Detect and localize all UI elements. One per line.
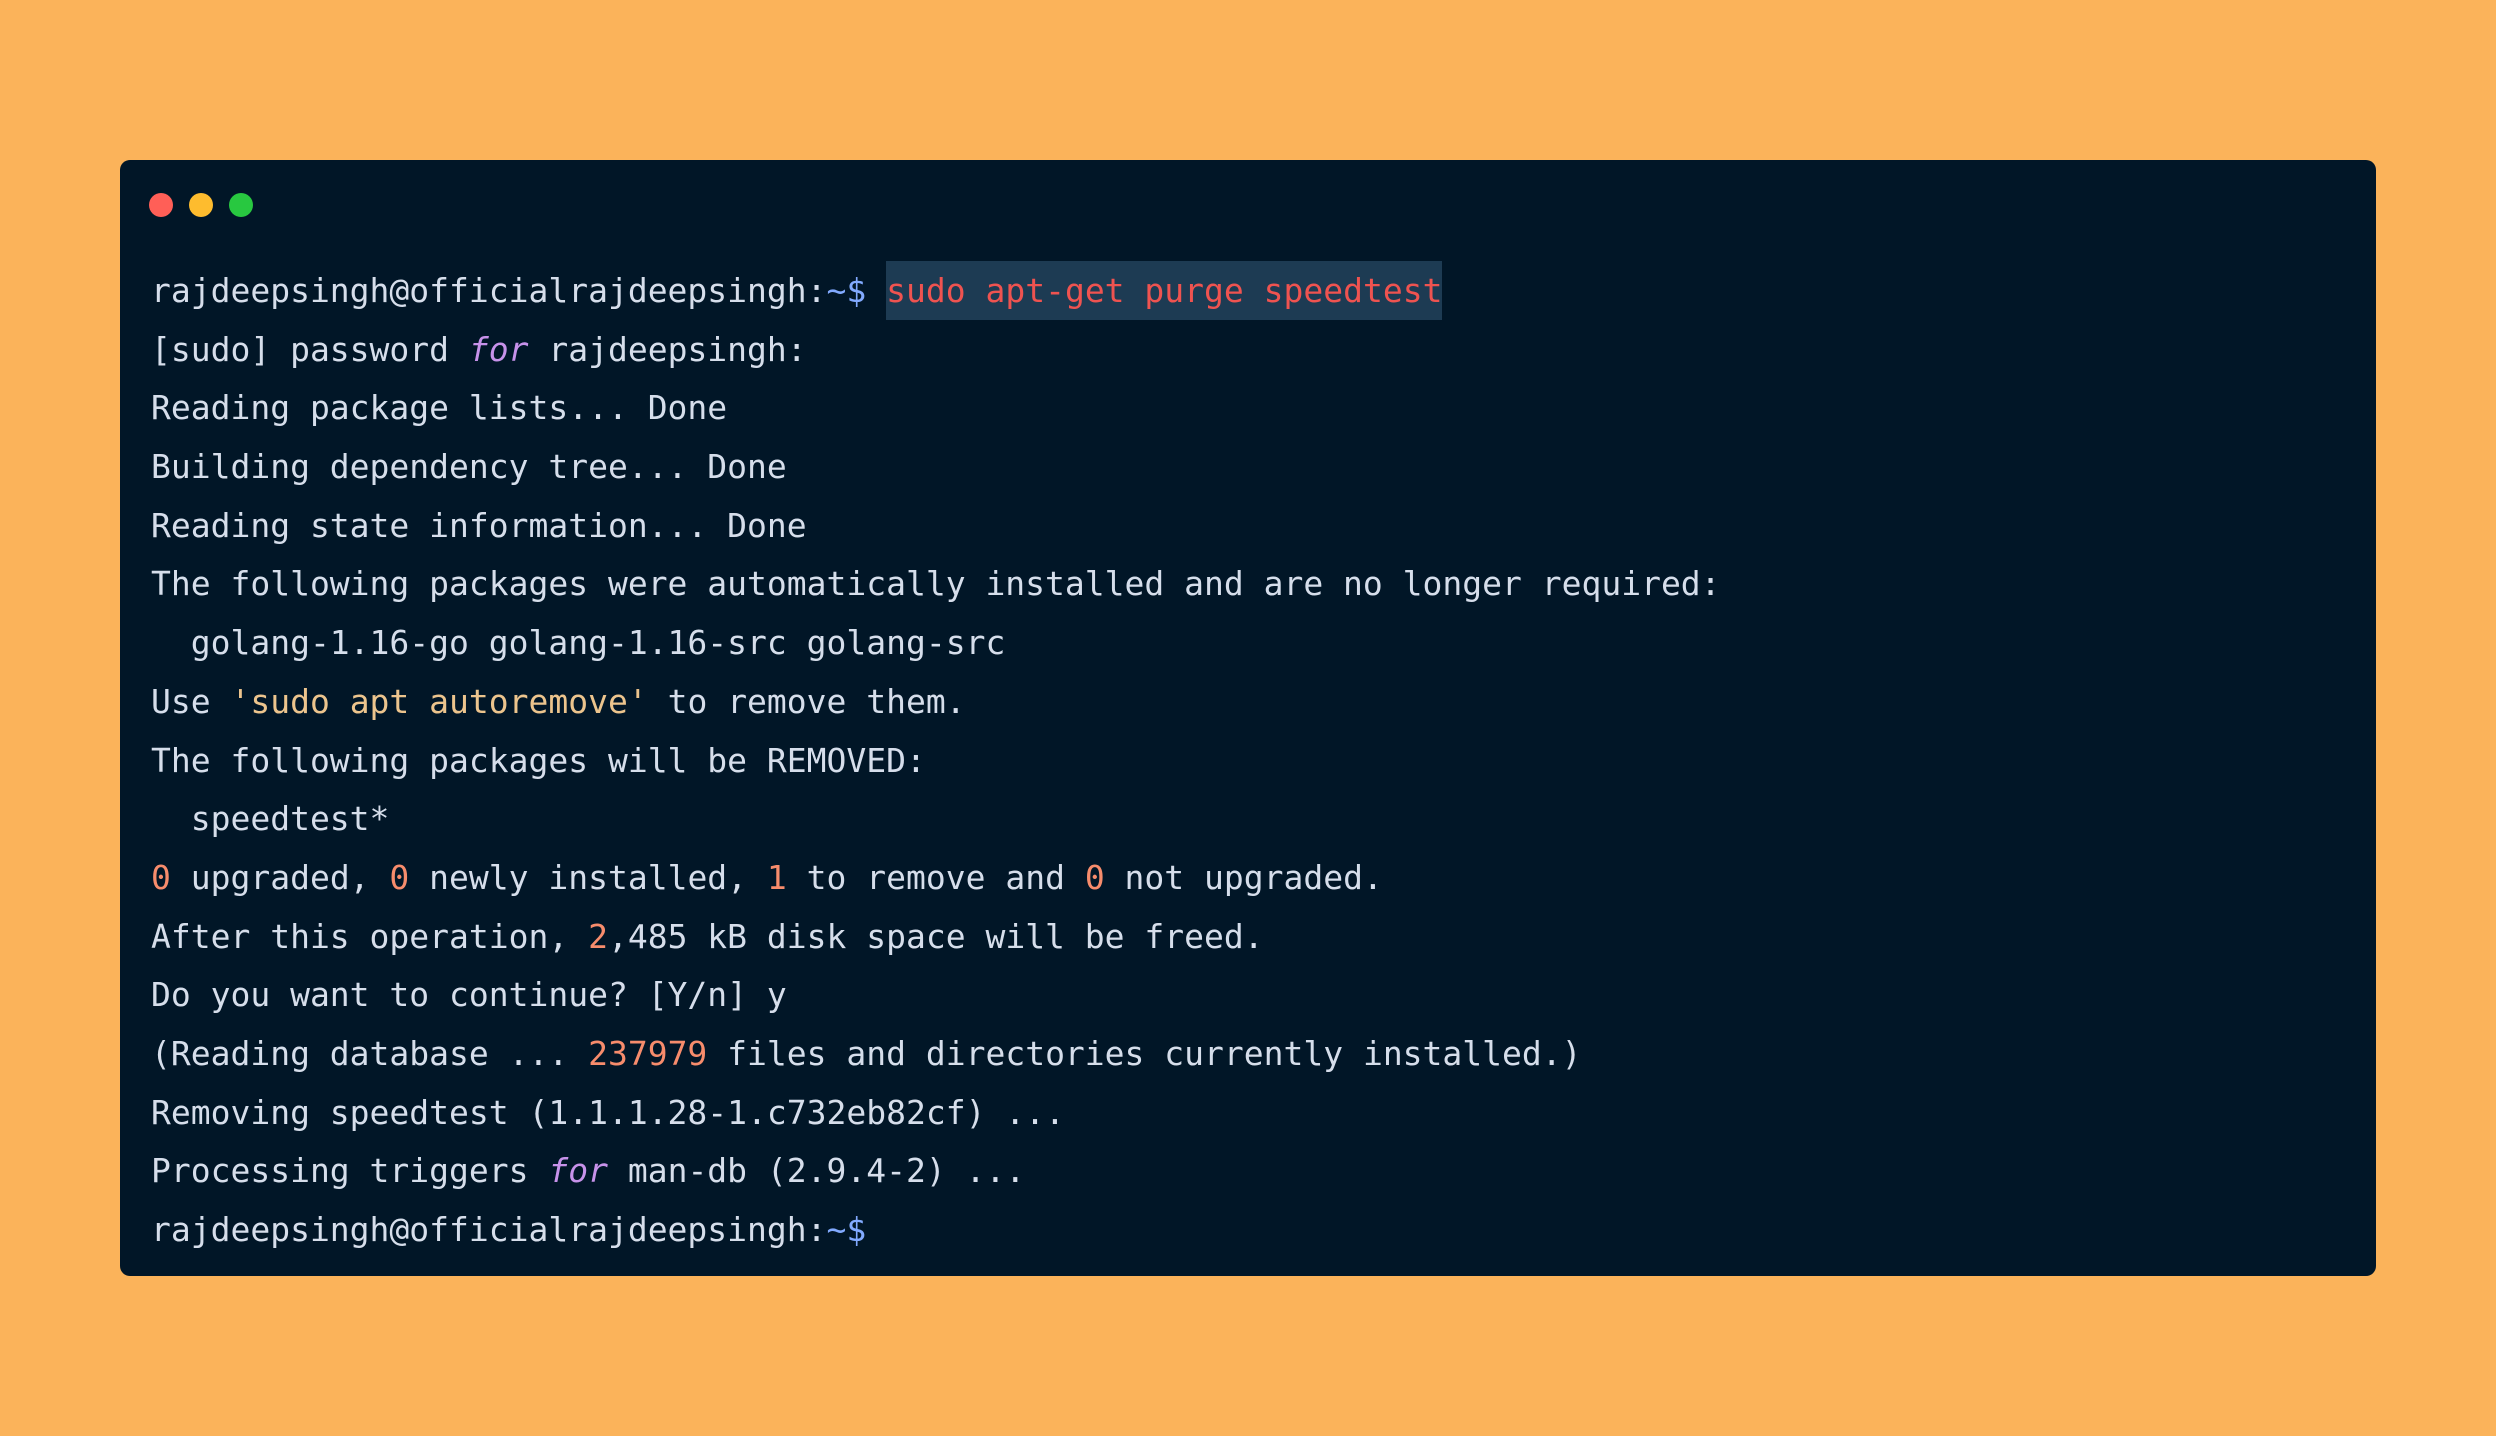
prompt-line: rajdeepsingh@officialrajdeepsingh:~$ sud… [151,261,1721,321]
output-text: man-db (2.9.4-2) ... [607,1151,1026,1191]
output-line: Use 'sudo apt autoremove' to remove them… [151,673,1721,732]
output-line: (Reading database ... 237979 files and d… [151,1025,1721,1084]
string-literal: 'sudo apt autoremove' [230,681,648,721]
output-text: rajdeepsingh: [528,329,807,369]
output-line: The following packages were automaticall… [151,564,1721,604]
output-line: The following packages will be REMOVED: [151,740,926,780]
number: 2 [588,916,608,956]
output-line: Reading package lists... Done [151,388,728,428]
output-line: Building dependency tree... Done [151,447,787,487]
output-line: [sudo] password for rajdeepsingh: [151,321,1721,380]
output-text: ,485 kB disk space will be freed. [607,916,1264,956]
prompt-symbol: ~$ [826,271,867,310]
output-text: Use [151,681,231,721]
number: 1 [766,857,787,897]
output-text: [sudo] password [151,329,469,369]
prompt-user-host: rajdeepsingh@officialrajdeepsingh: [151,1210,827,1249]
output-line: speedtest* [151,799,390,839]
prompt-user-host: rajdeepsingh@officialrajdeepsingh: [151,271,827,310]
output-text: newly installed, [409,857,767,897]
output-text: (Reading database ... [151,1033,589,1073]
maximize-button[interactable] [229,193,253,217]
output-text: not upgraded. [1104,857,1383,897]
output-line: Do you want to continue? [Y/n] y [151,975,787,1015]
prompt-symbol: ~$ [826,1210,867,1249]
output-line: Reading state information... Done [151,505,807,545]
keyword: for [548,1151,608,1191]
output-text: to remove them. [647,681,966,721]
output-line: 0 upgraded, 0 newly installed, 1 to remo… [151,849,1721,908]
number: 0 [389,857,410,897]
close-button[interactable] [149,193,173,217]
output-line: Processing triggers for man-db (2.9.4-2)… [151,1142,1721,1201]
number: 237979 [588,1033,708,1073]
terminal-output[interactable]: rajdeepsingh@officialrajdeepsingh:~$ sud… [151,261,1721,1260]
output-line: golang-1.16-go golang-1.16-src golang-sr… [151,623,1006,663]
keyword: for [468,329,529,369]
output-text: Processing triggers [151,1151,549,1191]
output-line: Removing speedtest (1.1.1.28-1.c732eb82c… [151,1092,1065,1132]
minimize-button[interactable] [189,193,213,217]
output-text: to remove and [786,857,1085,897]
output-text: upgraded, [170,857,390,897]
output-text: files and directories currently installe… [707,1033,1582,1073]
prompt-line: rajdeepsingh@officialrajdeepsingh:~$ [151,1201,1721,1260]
number: 0 [1084,857,1105,897]
output-text: After this operation, [151,916,589,956]
number: 0 [151,857,171,897]
output-line: After this operation, 2,485 kB disk spac… [151,908,1721,967]
command-text[interactable]: sudo apt-get purge speedtest [886,261,1443,320]
